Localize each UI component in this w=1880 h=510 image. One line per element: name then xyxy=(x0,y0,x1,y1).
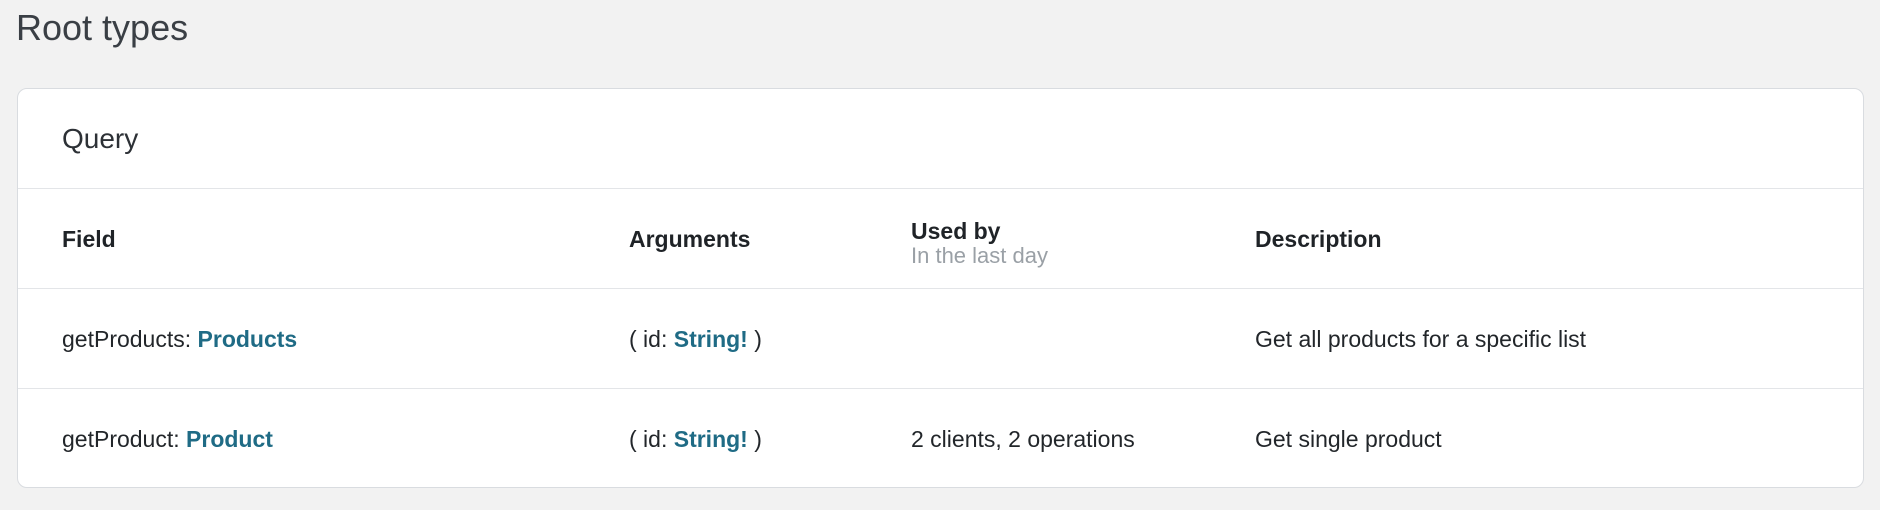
argument-name: ( id: xyxy=(629,426,674,452)
root-type-card-query: Query Field Arguments Used by In the las… xyxy=(17,88,1864,488)
field-name: getProducts: xyxy=(62,325,198,352)
description-cell: Get all products for a specific list xyxy=(1255,289,1586,388)
table-header-row: Field Arguments Used by In the last day … xyxy=(18,189,1863,289)
field-type-link[interactable]: Products xyxy=(198,326,298,352)
field-cell: getProduct: Product xyxy=(62,389,273,487)
column-header-field-label: Field xyxy=(62,225,116,252)
argument-close: ) xyxy=(747,325,762,352)
used-by-cell: 2 clients, 2 operations xyxy=(911,389,1135,487)
column-header-description-label: Description xyxy=(1255,225,1382,252)
card-title: Query xyxy=(62,123,139,154)
used-by-value: 2 clients, 2 operations xyxy=(911,426,1135,452)
field-type-link[interactable]: Product xyxy=(186,426,273,452)
column-header-description: Description xyxy=(1255,189,1382,288)
field-cell: getProducts: Products xyxy=(62,289,297,388)
column-header-used-by-subtitle: In the last day xyxy=(911,242,1048,268)
arguments-signature: ( id: String! ) xyxy=(629,426,762,452)
argument-close: ) xyxy=(747,426,762,452)
column-header-field: Field xyxy=(62,189,116,288)
arguments-cell: ( id: String! ) xyxy=(629,289,762,388)
page-title: Root types xyxy=(16,7,189,48)
field-signature: getProduct: Product xyxy=(62,426,273,452)
column-header-arguments: Arguments xyxy=(629,189,750,288)
argument-type-link[interactable]: String! xyxy=(674,426,748,452)
field-signature: getProducts: Products xyxy=(62,326,297,352)
arguments-cell: ( id: String! ) xyxy=(629,389,762,487)
card-header: Query xyxy=(18,89,1863,189)
description-text: Get single product xyxy=(1255,426,1442,452)
argument-type-link[interactable]: String! xyxy=(674,326,748,352)
table-row: getProduct: Product ( id: String! ) 2 cl… xyxy=(18,389,1863,487)
column-header-arguments-label: Arguments xyxy=(629,225,751,252)
description-text: Get all products for a specific list xyxy=(1255,325,1587,352)
column-header-used-by: Used by In the last day xyxy=(911,189,1048,292)
column-header-used-by-label: Used by xyxy=(911,217,1001,244)
table-row: getProducts: Products ( id: String! ) Ge… xyxy=(18,289,1863,389)
argument-name: ( id: xyxy=(629,325,674,352)
arguments-signature: ( id: String! ) xyxy=(629,326,762,352)
description-cell: Get single product xyxy=(1255,389,1442,487)
field-name: getProduct: xyxy=(62,426,187,452)
